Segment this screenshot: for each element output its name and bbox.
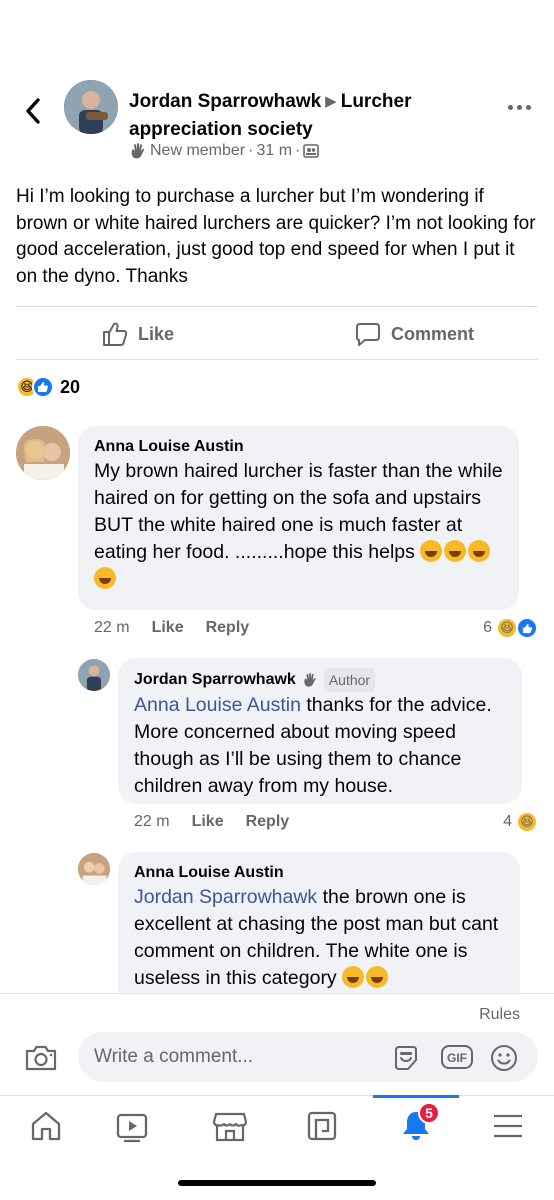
reply-time: 22 m bbox=[134, 813, 170, 830]
tab-marketplace[interactable] bbox=[210, 1108, 250, 1144]
back-button[interactable] bbox=[20, 96, 46, 126]
like-label: Like bbox=[138, 323, 175, 344]
commenter-avatar[interactable] bbox=[16, 426, 70, 480]
reply-bubble[interactable]: Jordan Sparrowhawk Author Anna Louise Au… bbox=[118, 658, 522, 804]
rofl-emoji-icon bbox=[444, 540, 467, 562]
post-meta: New member · 31 m · bbox=[129, 142, 320, 160]
comment-reaction-count: 6 bbox=[483, 619, 492, 636]
comment-reply-button[interactable]: Reply bbox=[206, 619, 250, 637]
reply-reply-button[interactable]: Reply bbox=[246, 813, 290, 831]
reply-bubble[interactable]: Anna Louise Austin Jordan Sparrowhawk th… bbox=[118, 852, 520, 1012]
bottom-navigation: 5 bbox=[0, 1095, 554, 1200]
reply-text: Jordan Sparrowhawk the brown one is exce… bbox=[134, 886, 499, 989]
svg-text:GIF: GIF bbox=[447, 1051, 467, 1065]
like-reaction-icon bbox=[32, 376, 54, 398]
video-icon bbox=[116, 1113, 148, 1143]
author-avatar[interactable] bbox=[64, 80, 118, 134]
mention-link[interactable]: Jordan Sparrowhawk bbox=[134, 886, 317, 908]
post-time[interactable]: 31 m bbox=[256, 142, 292, 160]
home-indicator[interactable] bbox=[178, 1180, 376, 1186]
dot-icon bbox=[517, 104, 522, 110]
sticker-icon bbox=[395, 1046, 417, 1070]
group-privacy-icon bbox=[303, 144, 320, 158]
wave-hand-icon bbox=[131, 143, 145, 159]
rofl-emoji-icon bbox=[342, 966, 365, 988]
author-badge: Author bbox=[323, 668, 376, 692]
reply-like-button[interactable]: Like bbox=[192, 813, 224, 831]
comment-label: Comment bbox=[391, 323, 475, 344]
reply-reactions[interactable]: 4 😆 bbox=[503, 811, 538, 833]
author-name[interactable]: Jordan Sparrowhawk bbox=[129, 91, 321, 112]
gif-icon: GIF bbox=[441, 1045, 473, 1069]
haha-reaction-icon: 😆 bbox=[496, 617, 518, 639]
comment-button[interactable]: Comment bbox=[355, 307, 474, 361]
active-tab-indicator bbox=[373, 1095, 459, 1098]
comment-reactions[interactable]: 6 😆 bbox=[483, 617, 538, 639]
comment-actions: 22 m Like Reply bbox=[94, 619, 249, 637]
groups-icon bbox=[307, 1111, 337, 1141]
comment-time: 22 m bbox=[94, 619, 130, 636]
tab-menu[interactable] bbox=[488, 1108, 528, 1144]
chevron-left-icon bbox=[26, 98, 40, 124]
haha-reaction-icon: 😆 bbox=[516, 811, 538, 833]
reply-text: Anna Louise Austin thanks for the advice… bbox=[134, 694, 492, 797]
marketplace-icon bbox=[212, 1112, 248, 1142]
reply-author-row: Jordan Sparrowhawk Author bbox=[134, 668, 506, 692]
reply-avatar[interactable] bbox=[78, 853, 110, 885]
post-title: Jordan Sparrowhawk ▶ Lurcher appreciation … bbox=[129, 88, 469, 143]
emoji-button[interactable] bbox=[490, 1044, 518, 1077]
like-button[interactable]: Like bbox=[102, 307, 174, 361]
rofl-emoji-icon bbox=[94, 567, 116, 589]
rofl-emoji-icon bbox=[468, 540, 491, 562]
reply-reaction-count: 4 bbox=[503, 813, 512, 830]
post-actions: Like Comment bbox=[16, 306, 538, 360]
tab-home[interactable] bbox=[26, 1108, 66, 1144]
comment-like-button[interactable]: Like bbox=[152, 619, 184, 637]
menu-icon bbox=[494, 1114, 522, 1138]
tab-video[interactable] bbox=[112, 1108, 152, 1144]
comment-text: My brown haired lurcher is faster than t… bbox=[94, 458, 503, 593]
rules-link[interactable]: Rules bbox=[479, 1006, 520, 1024]
rofl-emoji-icon bbox=[420, 540, 443, 562]
post-reactions[interactable]: 😆 20 bbox=[16, 376, 80, 398]
rofl-emoji-icon bbox=[366, 966, 389, 988]
tab-notifications[interactable]: 5 bbox=[396, 1102, 440, 1144]
tab-groups[interactable] bbox=[302, 1108, 342, 1144]
mention-link[interactable]: Anna Louise Austin bbox=[134, 694, 301, 716]
reply-actions: 22 m Like Reply bbox=[134, 813, 289, 831]
camera-button[interactable] bbox=[24, 1044, 58, 1077]
reply-author[interactable]: Jordan Sparrowhawk bbox=[134, 669, 296, 691]
comment-author[interactable]: Anna Louise Austin bbox=[94, 436, 503, 458]
comment-bubble[interactable]: Anna Louise Austin My brown haired lurch… bbox=[78, 426, 519, 610]
wave-hand-icon bbox=[304, 673, 316, 687]
dot-icon bbox=[508, 104, 513, 110]
notification-badge: 5 bbox=[418, 1102, 440, 1124]
gif-button[interactable]: GIF bbox=[440, 1043, 474, 1076]
comment-input-wrapper: GIF bbox=[78, 1032, 538, 1082]
arrow-right-icon: ▶ bbox=[325, 93, 337, 110]
member-badge: New member bbox=[150, 142, 246, 159]
like-reaction-icon bbox=[516, 617, 538, 639]
camera-icon bbox=[25, 1045, 57, 1071]
comment-input[interactable] bbox=[94, 1032, 384, 1082]
sticker-button[interactable] bbox=[392, 1044, 420, 1077]
smiley-icon bbox=[491, 1045, 517, 1071]
post-body: Hi I’m looking to purchase a lurcher but… bbox=[16, 186, 536, 287]
thumbs-up-icon bbox=[103, 322, 128, 346]
reply-avatar[interactable] bbox=[78, 659, 110, 691]
comment-composer: Rules GIF bbox=[0, 993, 554, 1095]
comment-icon bbox=[356, 323, 380, 346]
reaction-count: 20 bbox=[60, 376, 81, 397]
home-icon bbox=[31, 1111, 61, 1141]
more-options-button[interactable] bbox=[508, 100, 534, 114]
post-header: Jordan Sparrowhawk ▶ Lurcher appreciation … bbox=[0, 78, 554, 168]
dot-icon bbox=[526, 104, 531, 110]
reply-author[interactable]: Anna Louise Austin bbox=[134, 862, 504, 884]
